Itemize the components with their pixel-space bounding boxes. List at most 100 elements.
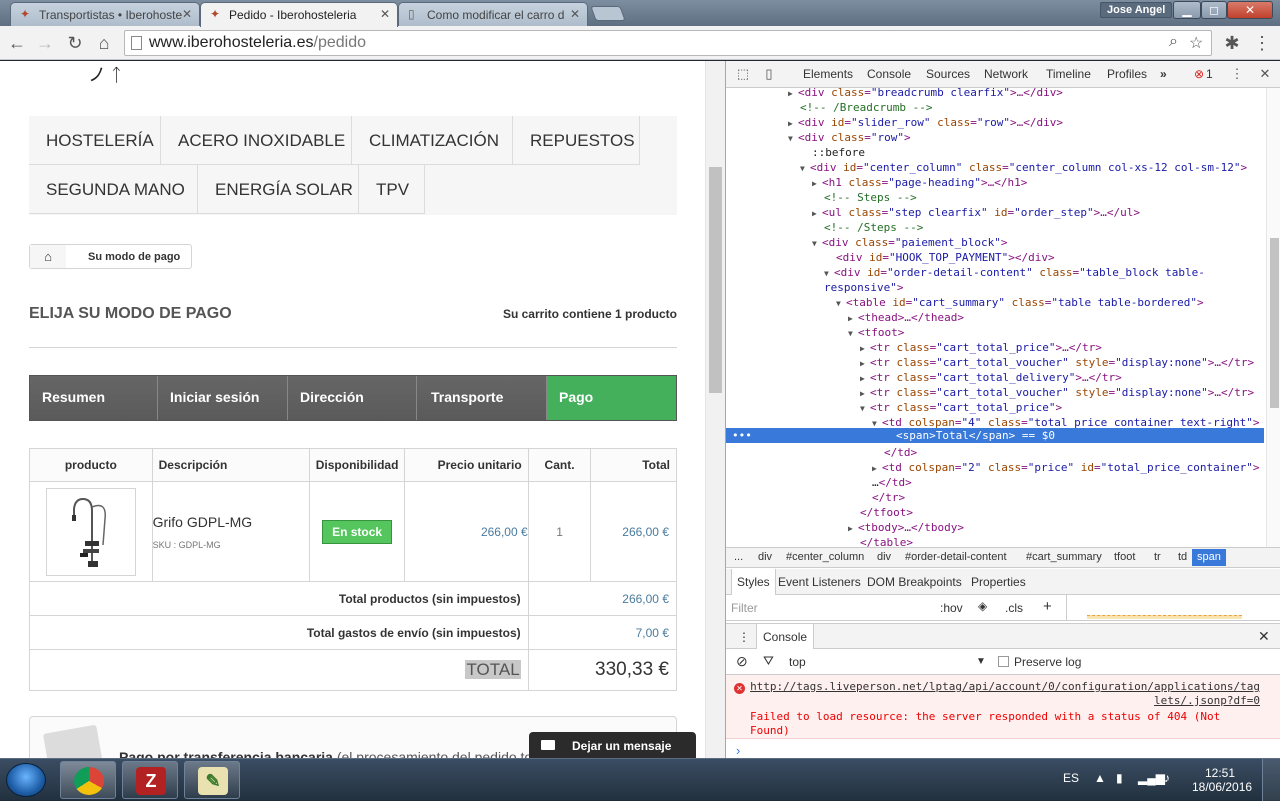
- dom-crumb[interactable]: div: [758, 551, 772, 563]
- menu-item-tpv[interactable]: TPV: [359, 165, 425, 214]
- dom-tree[interactable]: ▶ <div class="breadcrumb clearfix">…</div…: [726, 88, 1266, 547]
- dom-crumb[interactable]: #center_column: [786, 551, 864, 563]
- tab-network[interactable]: Network: [984, 67, 1028, 81]
- address-bar[interactable]: www.iberohosteleria.es/pedido ⌕ ☆: [124, 30, 1212, 56]
- menu-icon[interactable]: ⋮: [1250, 31, 1274, 55]
- dom-tree-scrollbar-thumb[interactable]: [1270, 238, 1279, 408]
- dom-node[interactable]: ▼ <tr class="cart_total_price">: [860, 400, 1062, 415]
- dom-node[interactable]: </td>: [884, 445, 917, 460]
- page-scrollbar[interactable]: [705, 61, 725, 758]
- step-resumen[interactable]: Resumen: [30, 376, 158, 420]
- close-tab-icon[interactable]: ✕: [380, 7, 390, 21]
- dom-crumb[interactable]: div: [877, 551, 891, 563]
- dom-node[interactable]: …</td>: [872, 475, 912, 490]
- dom-node-selected[interactable]: ••• <span>Total</span> == $0: [726, 428, 1264, 443]
- reload-icon[interactable]: ↻: [63, 31, 87, 55]
- dom-node[interactable]: ▼ <tfoot>: [848, 325, 904, 340]
- menu-item-energia-solar[interactable]: ENERGÍA SOLAR: [198, 165, 359, 214]
- step-transporte[interactable]: Transporte: [417, 376, 547, 420]
- dom-node[interactable]: </tr>: [872, 490, 905, 505]
- dom-node[interactable]: ▼ <div class="paiement_block">: [812, 235, 1007, 250]
- dom-node[interactable]: ▶ <div class="breadcrumb clearfix">…</div…: [788, 88, 1063, 100]
- tab-timeline[interactable]: Timeline: [1046, 67, 1091, 81]
- dom-node[interactable]: ▶ <thead>…</thead>: [848, 310, 964, 325]
- site-logo[interactable]: ノ ᛏ: [88, 61, 148, 85]
- console-prompt-icon[interactable]: ›: [736, 743, 740, 758]
- volume-icon[interactable]: ♪: [1164, 771, 1170, 785]
- taskbar-filezilla[interactable]: Z: [122, 761, 178, 799]
- menu-item-hosteleria[interactable]: HOSTELERÍA: [29, 116, 161, 165]
- profile-badge[interactable]: Jose Angel: [1100, 2, 1173, 18]
- close-tab-icon[interactable]: ✕: [182, 7, 192, 21]
- inspect-element-icon[interactable]: ⬚: [734, 65, 752, 83]
- dom-node-continued[interactable]: responsive">: [824, 280, 903, 295]
- dom-comment[interactable]: <!-- /Breadcrumb -->: [800, 100, 932, 115]
- dom-node[interactable]: ▶ <tr class="cart_total_voucher" style="d…: [860, 385, 1254, 400]
- maximize-button[interactable]: ◻: [1201, 1, 1227, 19]
- dom-node[interactable]: ▼ <div id="order-detail-content" class="t…: [824, 265, 1205, 280]
- minimize-button[interactable]: ▁: [1173, 1, 1201, 19]
- page-info-icon[interactable]: [131, 36, 142, 50]
- dom-node[interactable]: <span>Total</span> == $0: [896, 428, 1055, 443]
- product-image[interactable]: [45, 487, 136, 576]
- dom-crumb[interactable]: ...: [734, 551, 743, 563]
- chevron-down-icon[interactable]: ▼: [976, 656, 986, 667]
- dom-pseudo[interactable]: ::before: [812, 145, 865, 160]
- dom-node[interactable]: ▼ <div id="center_column" class="center_c…: [800, 160, 1247, 175]
- clear-console-icon[interactable]: ⊘: [736, 653, 748, 670]
- dom-node[interactable]: ▶ <h1 class="page-heading">…</h1>: [812, 175, 1027, 190]
- dom-node[interactable]: ▼ <div class="row">: [788, 130, 911, 145]
- tab-sources[interactable]: Sources: [926, 67, 970, 81]
- menu-item-segunda-mano[interactable]: SEGUNDA MANO: [29, 165, 198, 214]
- dom-node[interactable]: ▶ <div id="slider_row" class="row">…</div…: [788, 115, 1063, 130]
- tab-event-listeners[interactable]: Event Listeners: [778, 575, 861, 589]
- class-toggle[interactable]: .cls: [1005, 601, 1023, 615]
- dom-comment[interactable]: <!-- /Steps -->: [824, 220, 923, 235]
- language-indicator[interactable]: ES: [1063, 771, 1079, 785]
- dom-node[interactable]: ▼ <table id="cart_summary" class="table t…: [836, 295, 1204, 310]
- error-count-icon[interactable]: ⊗: [1194, 67, 1204, 81]
- tab-properties[interactable]: Properties: [971, 575, 1026, 589]
- new-tab-button[interactable]: [590, 6, 626, 21]
- dom-comment[interactable]: <!-- Steps -->: [824, 190, 917, 205]
- tab-dom-breakpoints[interactable]: DOM Breakpoints: [867, 575, 962, 589]
- error-count[interactable]: 1: [1206, 67, 1213, 81]
- home-icon[interactable]: ⌂: [30, 245, 66, 268]
- browser-tab-carro[interactable]: ▯ Como modificar el carro d ✕: [398, 2, 588, 26]
- menu-item-repuestos[interactable]: REPUESTOS: [513, 116, 640, 165]
- dom-crumb[interactable]: #cart_summary: [1026, 551, 1102, 563]
- ellipsis-icon[interactable]: •••: [732, 428, 752, 443]
- dom-crumb[interactable]: #order-detail-content: [905, 551, 1007, 563]
- extension-icon[interactable]: ✱: [1220, 31, 1244, 55]
- close-drawer-icon[interactable]: ✕: [1258, 628, 1270, 645]
- browser-tab-transportistas[interactable]: ✦ Transportistas • Iberohoste ✕: [10, 2, 200, 26]
- more-tabs-icon[interactable]: »: [1160, 67, 1167, 81]
- devtools-menu-icon[interactable]: ⋮: [1228, 65, 1246, 83]
- chat-widget[interactable]: Dejar un mensaje: [529, 732, 696, 758]
- add-rule-icon[interactable]: +: [1043, 598, 1052, 615]
- menu-item-acero-inoxidable[interactable]: ACERO INOXIDABLE: [161, 116, 352, 165]
- dom-node[interactable]: </tfoot>: [860, 505, 913, 520]
- tab-styles[interactable]: Styles: [731, 569, 776, 595]
- dom-node[interactable]: ▶ <tr class="cart_total_delivery">…</tr>: [860, 370, 1122, 385]
- error-url[interactable]: http://tags.liveperson.net/lptag/api/acc…: [750, 680, 1260, 708]
- filter-icon[interactable]: ⛛: [763, 653, 774, 669]
- dom-tree-scrollbar[interactable]: [1266, 88, 1280, 547]
- menu-item-climatizacion[interactable]: CLIMATIZACIÓN: [352, 116, 513, 165]
- tab-console[interactable]: Console: [867, 67, 911, 81]
- page-scrollbar-thumb[interactable]: [709, 167, 722, 393]
- close-devtools-icon[interactable]: ✕: [1256, 65, 1274, 83]
- console-drawer-tab[interactable]: Console: [756, 624, 815, 650]
- error-url-line[interactable]: http://tags.liveperson.net/lptag/api/acc…: [750, 680, 1260, 694]
- start-button[interactable]: [6, 763, 46, 797]
- dom-crumb[interactable]: tfoot: [1114, 551, 1135, 563]
- dom-node[interactable]: ▶ <td colspan="2" class="price" id="total…: [872, 460, 1260, 475]
- search-icon[interactable]: ⌕: [1169, 33, 1178, 51]
- dom-crumb[interactable]: tr: [1154, 551, 1161, 563]
- dom-node[interactable]: ▶ <tr class="cart_total_voucher" style="d…: [860, 355, 1254, 370]
- product-name[interactable]: Grifo GDPL-MG: [153, 514, 309, 530]
- dom-node[interactable]: </table>: [860, 535, 913, 547]
- dom-node[interactable]: ▶ <ul class="step clearfix" id="order_ste…: [812, 205, 1140, 220]
- close-window-button[interactable]: ✕: [1227, 1, 1273, 19]
- step-iniciar-sesion[interactable]: Iniciar sesión: [158, 376, 288, 420]
